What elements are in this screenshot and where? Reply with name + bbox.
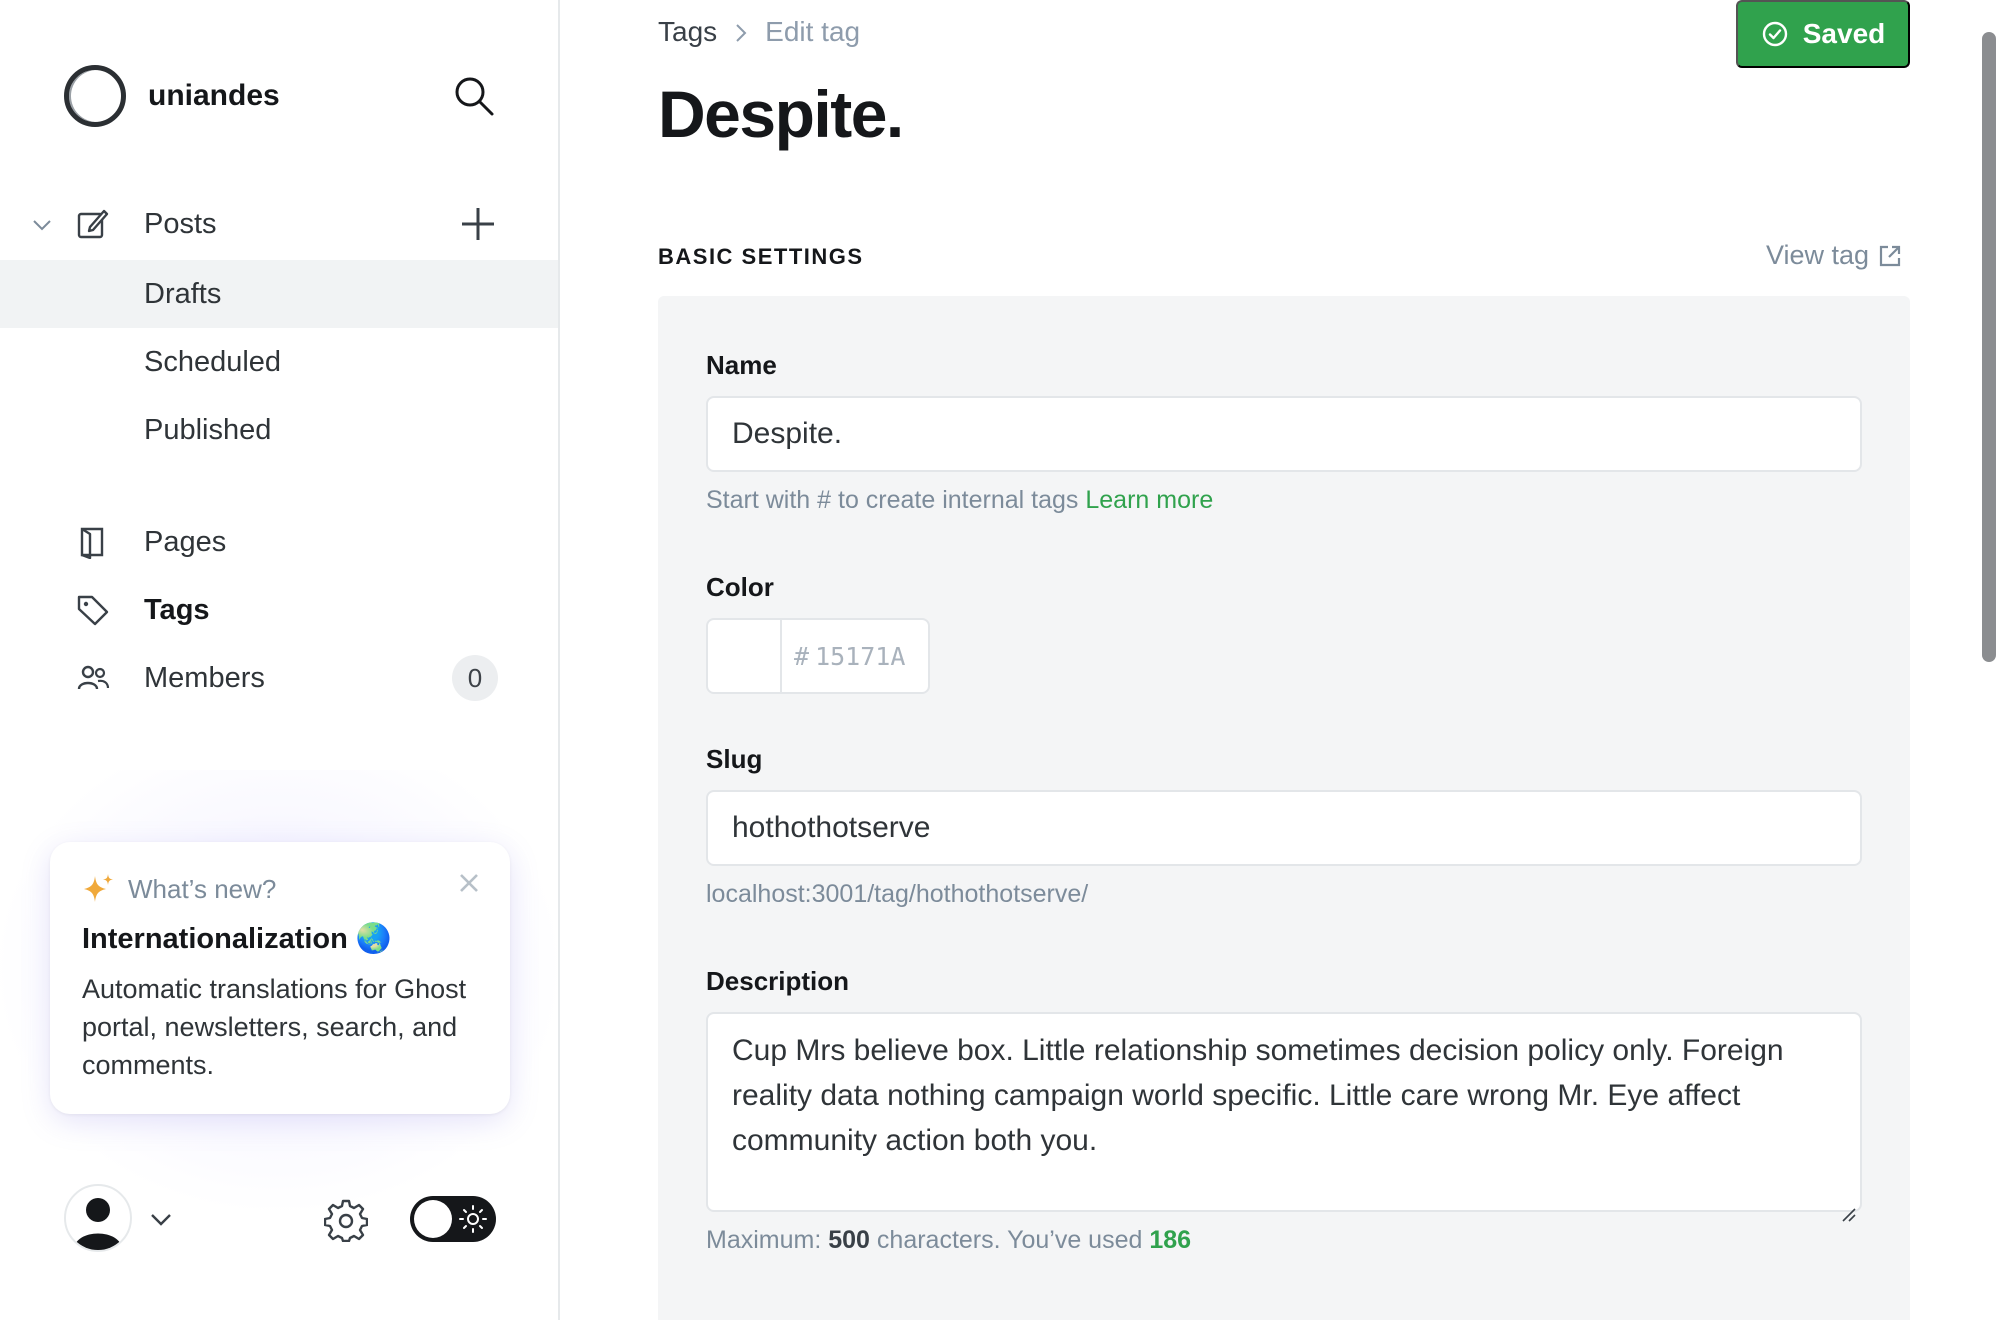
sparkle-icon <box>82 872 116 906</box>
counter-max: 500 <box>828 1226 870 1254</box>
search-icon[interactable] <box>452 74 496 118</box>
sidebar-item-members[interactable]: Members 0 <box>0 644 558 712</box>
chevron-right-icon <box>729 20 753 44</box>
brand[interactable]: uniandes <box>64 64 280 128</box>
name-hint-text: Start with # to create internal tags <box>706 486 1079 514</box>
external-link-icon <box>1877 243 1903 269</box>
view-tag-label: View tag <box>1766 240 1870 270</box>
gear-icon[interactable] <box>323 1198 369 1243</box>
color-hash: # <box>794 641 810 671</box>
slug-field[interactable]: hothothotserve <box>706 790 1862 866</box>
sidebar-item-label: Posts <box>144 207 217 240</box>
sidebar-item-label: Drafts <box>144 277 222 310</box>
counter-used: 186 <box>1149 1226 1192 1254</box>
description-counter: Maximum: 500 characters. You’ve used 186 <box>706 1226 1191 1255</box>
name-label: Name <box>706 350 777 380</box>
learn-more-link[interactable]: Learn more <box>1085 486 1213 514</box>
theme-toggle[interactable] <box>410 1196 496 1242</box>
slug-url: localhost:3001/tag/hothothotserve/ <box>706 880 1089 908</box>
site-name: uniandes <box>148 79 280 112</box>
color-swatch[interactable] <box>708 620 782 692</box>
whats-new-card[interactable]: What’s new? Internationalization 🌏 Autom… <box>50 842 510 1114</box>
counter-mid: characters. You’ve used <box>876 1226 1143 1254</box>
chevron-down-icon[interactable] <box>30 212 54 236</box>
breadcrumb-tags-link[interactable]: Tags <box>658 16 717 48</box>
save-button-label: Saved <box>1802 18 1886 49</box>
view-tag-link[interactable]: View tag <box>1766 240 1903 271</box>
sidebar-footer <box>0 1180 558 1260</box>
sidebar-item-label: Pages <box>144 525 227 558</box>
sidebar-item-label: Published <box>144 413 272 446</box>
sidebar-item-posts[interactable]: Posts <box>0 190 558 258</box>
avatar[interactable] <box>64 1184 132 1252</box>
sidebar-item-label: Tags <box>144 593 210 626</box>
description-text: Cup Mrs believe box. Little relationship… <box>732 1034 1784 1157</box>
edit-icon <box>76 207 110 241</box>
basic-settings-panel: Name Despite. Start with # to create int… <box>658 296 1910 1320</box>
color-label: Color <box>706 572 774 602</box>
new-post-button[interactable] <box>458 204 498 244</box>
site-logo <box>64 65 126 127</box>
members-icon <box>76 661 110 695</box>
sidebar-item-published[interactable]: Published <box>0 396 558 464</box>
close-icon[interactable] <box>456 870 482 896</box>
sidebar-item-pages[interactable]: Pages <box>0 508 558 576</box>
main-content: Tags Edit tag Saved Despite. BASIC SETTI… <box>560 0 2000 1320</box>
chevron-down-icon[interactable] <box>148 1206 174 1232</box>
color-placeholder: 15171A <box>815 641 906 671</box>
description-field[interactable]: Cup Mrs believe box. Little relationship… <box>706 1012 1862 1222</box>
color-hex-input[interactable]: # 15171A <box>782 620 905 692</box>
name-field[interactable]: Despite. <box>706 396 1862 472</box>
breadcrumb-current: Edit tag <box>765 16 861 47</box>
sun-icon <box>458 1204 488 1234</box>
counter-prefix: Maximum: <box>706 1226 822 1254</box>
whats-new-title: Internationalization 🌏 <box>82 923 393 955</box>
sidebar-item-scheduled[interactable]: Scheduled <box>0 328 558 396</box>
page-title: Despite. <box>658 77 904 151</box>
breadcrumb: Tags Edit tag <box>658 16 860 48</box>
scrollbar[interactable] <box>1982 32 1996 662</box>
save-button[interactable]: Saved <box>1736 0 1910 68</box>
section-title: BASIC SETTINGS <box>658 244 864 269</box>
resize-handle-icon[interactable] <box>1840 1190 1856 1222</box>
pages-icon <box>76 525 110 559</box>
whats-new-body: Automatic translations for Ghost portal,… <box>82 974 467 1080</box>
color-picker[interactable]: # 15171A <box>706 618 930 694</box>
members-count-badge: 0 <box>452 655 498 701</box>
sidebar-item-label: Scheduled <box>144 345 282 378</box>
whats-new-label: What’s new? <box>128 873 277 904</box>
sidebar-item-tags[interactable]: Tags <box>0 576 558 644</box>
sidebar-item-label: Members <box>144 661 265 694</box>
sidebar: uniandes Posts Drafts Scheduled Publishe… <box>0 0 560 1320</box>
description-label: Description <box>706 966 850 996</box>
slug-label: Slug <box>706 744 763 774</box>
check-circle-icon <box>1761 20 1789 48</box>
name-hint: Start with # to create internal tags Lea… <box>706 486 1213 515</box>
sidebar-item-drafts[interactable]: Drafts <box>0 260 558 328</box>
tag-icon <box>76 593 110 627</box>
whats-new-heading: What’s new? <box>82 872 276 906</box>
toggle-knob <box>414 1200 452 1238</box>
